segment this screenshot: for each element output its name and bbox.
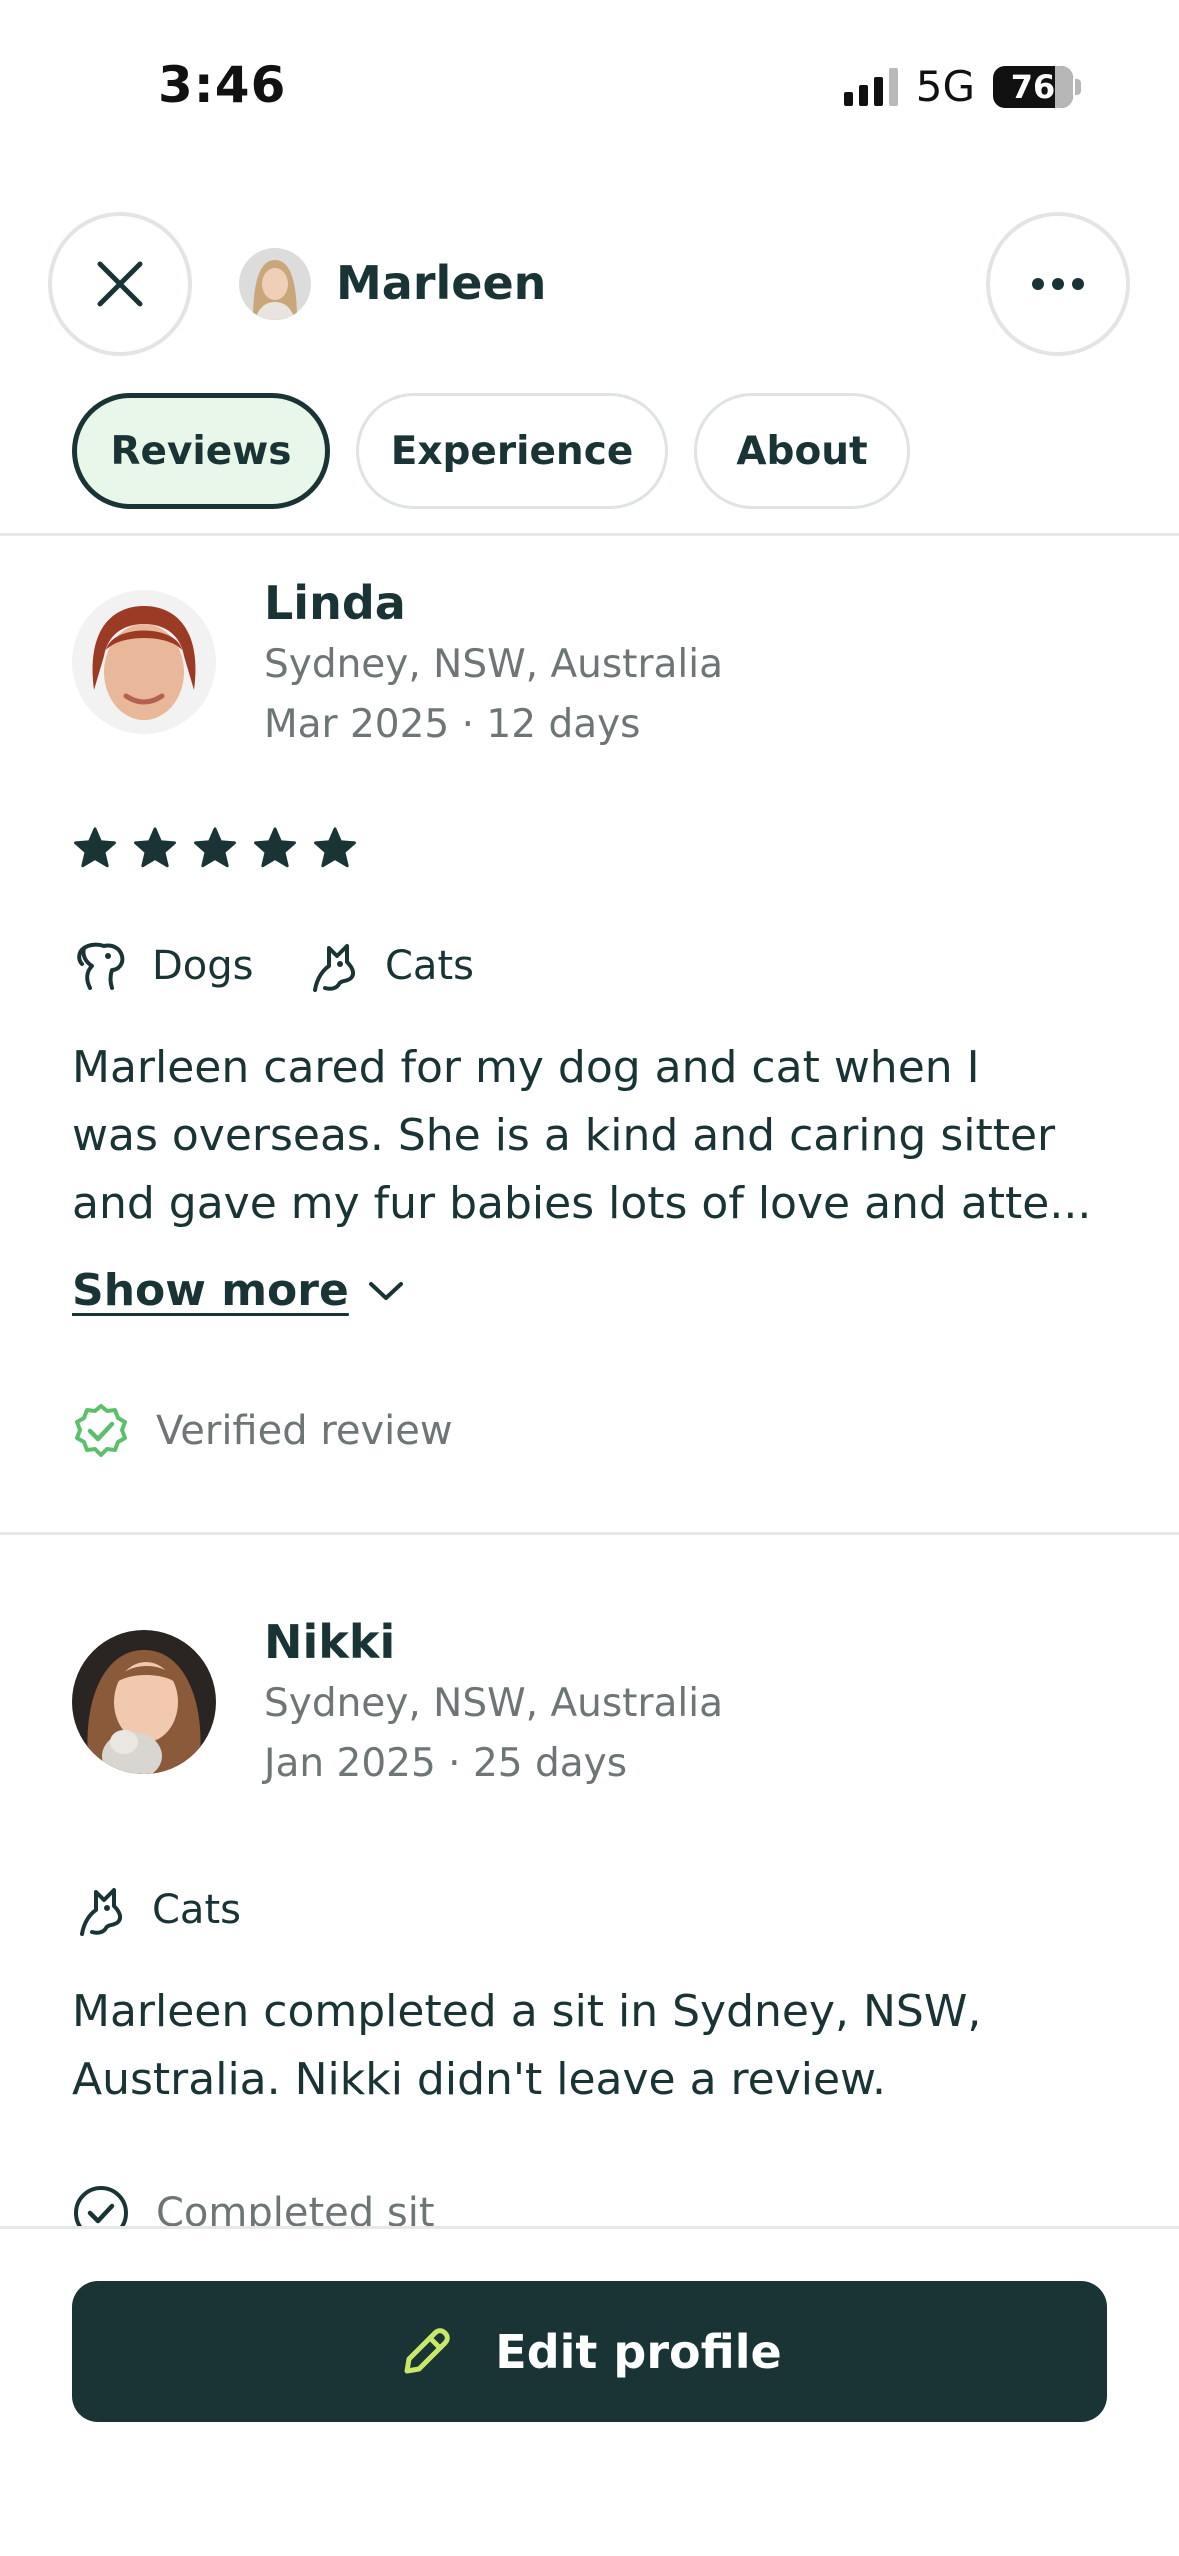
review-date: Mar 2025 · 12 days: [264, 702, 641, 747]
network-label: 5G: [915, 62, 975, 111]
star-icon: [194, 827, 236, 868]
reviewer-location: Sydney, NSW, Australia: [264, 642, 723, 687]
tab-experience[interactable]: Experience: [356, 393, 668, 509]
status-indicators: 5G 76: [843, 62, 1081, 111]
reviewer-avatar: [72, 1630, 216, 1774]
review-text-line: Australia. Nikki didn't leave a review.: [72, 2054, 886, 2105]
footer-bar: Edit profile: [0, 2226, 1179, 2556]
verified-check-icon: [75, 1404, 127, 1457]
cat-icon: [80, 1888, 123, 1936]
profile-avatar: [239, 248, 311, 320]
pet-tag-label: Cats: [385, 943, 474, 989]
verified-label: Verified review: [156, 1408, 453, 1454]
verified-badge: Verified review: [72, 1402, 453, 1460]
edit-profile-button[interactable]: Edit profile: [72, 2281, 1107, 2422]
review-text-line: Marleen completed a sit in Sydney, NSW,: [72, 1986, 982, 2037]
review-date: Jan 2025 · 25 days: [264, 1741, 628, 1786]
pet-tag-label: Cats: [152, 1887, 241, 1933]
signal-icon: [843, 67, 898, 106]
battery-icon: 76: [993, 65, 1073, 108]
more-options-button[interactable]: [986, 212, 1130, 356]
pet-tag-cats: Cats: [305, 938, 474, 994]
tabs-divider: [0, 533, 1179, 536]
reviewer-name: Nikki: [264, 1615, 396, 1669]
profile-name: Marleen: [336, 256, 547, 310]
star-rating: [72, 826, 358, 870]
battery-level: 76: [1010, 67, 1056, 106]
battery-tip: [1075, 78, 1081, 95]
tab-reviews[interactable]: Reviews: [72, 393, 330, 509]
star-icon: [134, 827, 176, 868]
review-text: Marleen cared for my dog and cat when I …: [72, 1034, 1112, 1238]
reviewer-name: Linda: [264, 576, 406, 630]
review-divider: [0, 1532, 1179, 1535]
pet-tag-label: Dogs: [152, 943, 254, 989]
tab-about[interactable]: About: [694, 393, 910, 509]
dog-icon: [77, 942, 125, 990]
cat-icon: [313, 944, 356, 992]
profile-reviews-screen: 3:46 5G 76 Marleen Reviews Experience Ab…: [0, 0, 1179, 2556]
show-more-button[interactable]: Show more: [72, 1265, 405, 1316]
star-icon: [254, 827, 296, 868]
star-icon: [314, 827, 356, 868]
more-horizontal-icon: [1032, 278, 1084, 290]
reviewer-location: Sydney, NSW, Australia: [264, 1681, 723, 1726]
close-icon: [97, 261, 143, 307]
review-text-line: Marleen cared for my dog and cat when I: [72, 1042, 980, 1093]
show-more-label: Show more: [72, 1265, 349, 1316]
star-icon: [74, 827, 116, 868]
pencil-icon: [404, 2327, 451, 2373]
review-text-line: and gave my fur babies lots of love and …: [72, 1178, 1092, 1229]
pet-tag-dogs: Dogs: [72, 938, 254, 994]
chevron-down-icon: [368, 1281, 403, 1300]
status-time: 3:46: [158, 56, 287, 114]
review-text-line: was overseas. She is a kind and caring s…: [72, 1110, 1056, 1161]
reviewer-avatar: [72, 590, 216, 734]
close-button[interactable]: [48, 212, 192, 356]
edit-profile-label: Edit profile: [495, 2324, 782, 2379]
pet-tag-cats: Cats: [72, 1882, 241, 1938]
profile-tabs: Reviews Experience About: [72, 393, 910, 509]
review-text: Marleen completed a sit in Sydney, NSW, …: [72, 1978, 1112, 2114]
